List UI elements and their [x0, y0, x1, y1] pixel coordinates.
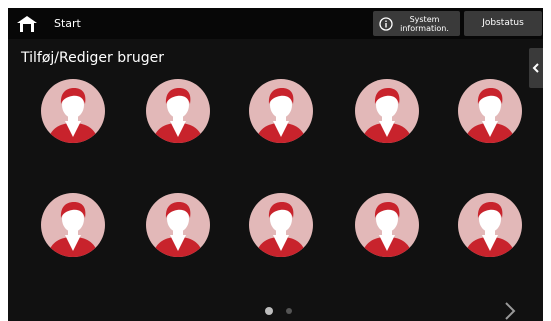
- user-tile[interactable]: [146, 193, 210, 257]
- next-page-button[interactable]: [500, 300, 520, 321]
- user-tile[interactable]: [249, 193, 313, 257]
- screen: Start System information. Jobstatus Tilf…: [8, 8, 543, 321]
- user-grid: [8, 8, 543, 321]
- page-indicator: [265, 307, 292, 315]
- user-tile[interactable]: [146, 79, 210, 143]
- user-avatar-icon: [146, 193, 210, 257]
- user-avatar-icon: [41, 193, 105, 257]
- user-avatar-icon: [249, 79, 313, 143]
- user-tile[interactable]: [458, 193, 522, 257]
- user-avatar-icon: [355, 79, 419, 143]
- user-tile[interactable]: [355, 193, 419, 257]
- user-tile[interactable]: [41, 193, 105, 257]
- page-dot-1[interactable]: [265, 307, 273, 315]
- user-avatar-icon: [458, 193, 522, 257]
- user-avatar-icon: [146, 79, 210, 143]
- user-tile[interactable]: [41, 79, 105, 143]
- user-tile[interactable]: [249, 79, 313, 143]
- user-avatar-icon: [249, 193, 313, 257]
- chevron-right-icon: [505, 302, 516, 320]
- user-avatar-icon: [355, 193, 419, 257]
- user-avatar-icon: [458, 79, 522, 143]
- user-avatar-icon: [41, 79, 105, 143]
- page-dot-2[interactable]: [286, 308, 292, 314]
- user-tile[interactable]: [355, 79, 419, 143]
- user-tile[interactable]: [458, 79, 522, 143]
